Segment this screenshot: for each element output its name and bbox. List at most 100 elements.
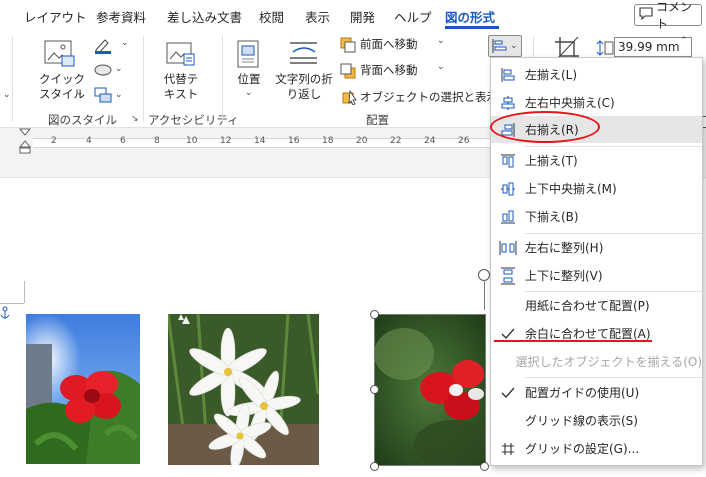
wrap-text-icon — [289, 40, 319, 69]
ruler-number: 16 — [288, 136, 300, 146]
hibiscus-image[interactable] — [26, 314, 140, 464]
group-divider — [222, 36, 223, 122]
menu-item-distribute-horizontal[interactable]: 左右に整列(H) — [491, 234, 702, 261]
rotate-handle-line — [484, 280, 485, 310]
chevron-down-icon[interactable]: ⌄ — [437, 36, 445, 46]
align-middle-icon — [491, 181, 525, 197]
ruler-number: 18 — [322, 136, 334, 146]
bring-forward-icon — [340, 37, 356, 56]
checkmark-icon — [491, 328, 525, 340]
tab-help[interactable]: ヘルプ — [394, 7, 432, 26]
resize-handle[interactable] — [480, 462, 489, 471]
ruler-number: 2 — [51, 136, 57, 146]
chevron-down-icon[interactable]: ⌄ — [121, 38, 129, 48]
ruler-number: 6 — [120, 136, 126, 146]
alt-text-button[interactable]: 代替テ キスト — [156, 72, 206, 102]
comment-icon — [639, 7, 653, 23]
dialog-launcher-icon[interactable]: ↘ — [131, 114, 139, 124]
wrap-text-button[interactable]: 文字列の折 り返し — [271, 72, 337, 102]
height-value: 39.99 mm — [618, 40, 680, 54]
selection-pane-button[interactable]: オブジェクトの選択と表示 — [360, 90, 498, 105]
picture-effects-icon[interactable] — [93, 62, 113, 81]
menu-item-align-top[interactable]: 上揃え(T) — [491, 147, 702, 174]
resize-handle[interactable] — [370, 462, 379, 471]
comment-label: コメント — [656, 0, 693, 31]
menu-item-label: 上下に整列(V) — [525, 269, 603, 283]
group-divider — [143, 36, 144, 122]
send-backward-button[interactable]: 背面へ移動 — [360, 63, 418, 78]
menu-item-label: 左右中央揃え(C) — [525, 96, 615, 110]
tab-references[interactable]: 参考資料 — [96, 7, 146, 26]
chevron-down-icon: ⌄ — [76, 88, 84, 98]
align-bottom-icon — [491, 209, 525, 225]
menu-item-label: グリッド線の表示(S) — [525, 414, 638, 428]
ruler-number: 4 — [86, 136, 92, 146]
chevron-down-icon: ⌄ — [510, 41, 518, 51]
tab-review[interactable]: 校閲 — [259, 7, 284, 26]
anchor-icon — [0, 306, 10, 323]
menu-separator — [525, 377, 702, 378]
ruler-number: 14 — [254, 136, 266, 146]
highlight-underline — [494, 340, 652, 342]
ruler-number: 26 — [458, 136, 470, 146]
chevron-down-icon: ⌄ — [245, 88, 253, 98]
menu-item-distribute-vertical[interactable]: 上下に整列(V) — [491, 262, 702, 289]
menu-item-align-left[interactable]: 左揃え(L) — [491, 61, 702, 88]
menu-item-align-selected-objects: 選択したオブジェクトを揃える(O) — [491, 348, 702, 375]
menu-item-grid-settings[interactable]: グリッドの設定(G)... — [491, 435, 702, 462]
menu-item-label: グリッドの設定(G)... — [525, 442, 640, 456]
menu-item-show-gridlines[interactable]: グリッド線の表示(S) — [491, 407, 702, 434]
picture-border-icon[interactable] — [93, 36, 113, 57]
ruler-number: 12 — [220, 136, 232, 146]
alt-text-icon — [166, 40, 196, 71]
grid-settings-icon — [491, 442, 525, 456]
tab-developer[interactable]: 開発 — [350, 7, 375, 26]
menu-bar: レイアウト 参考資料 差し込み文書 校閲 表示 開発 ヘルプ 図の形式 コメント — [0, 0, 706, 31]
group-divider — [12, 36, 13, 122]
distribute-vertical-icon — [491, 267, 525, 285]
menu-item-label: 選択したオブジェクトを揃える(O) — [515, 355, 702, 369]
tab-picture-format[interactable]: 図の形式 — [445, 7, 495, 26]
group-label-accessibility: アクセシビリティ — [148, 113, 239, 127]
menu-item-align-bottom[interactable]: 下揃え(B) — [491, 203, 702, 230]
menu-item-label: 下揃え(B) — [525, 210, 579, 224]
menu-item-label: 上揃え(T) — [525, 154, 578, 168]
menu-item-label: 配置ガイドの使用(U) — [525, 386, 640, 400]
tab-layout[interactable]: レイアウト — [24, 7, 87, 26]
resize-handle[interactable] — [370, 310, 379, 319]
menu-item-use-alignment-guides[interactable]: 配置ガイドの使用(U) — [491, 379, 702, 406]
menu-item-align-middle[interactable]: 上下中央揃え(M) — [491, 175, 702, 202]
align-top-icon — [491, 153, 525, 169]
chevron-down-icon[interactable]: ⌄ — [3, 90, 11, 100]
white-lily-image[interactable] — [168, 314, 319, 465]
distribute-horizontal-icon — [491, 240, 525, 256]
align-button[interactable]: ⌄ — [488, 35, 522, 57]
position-icon — [237, 40, 261, 71]
highlight-circle — [490, 111, 600, 143]
group-label-picture-styles: 図のスタイル — [48, 113, 117, 127]
comment-button[interactable]: コメント — [634, 0, 702, 31]
tab-mailings[interactable]: 差し込み文書 — [167, 7, 242, 26]
ruler-number: 10 — [186, 136, 198, 146]
menu-item-label: 上下中央揃え(M) — [525, 182, 617, 196]
menu-item-align-to-margin[interactable]: 余白に合わせて配置(A) — [491, 320, 702, 347]
chevron-down-icon[interactable]: ⌄ — [115, 64, 123, 74]
tab-view[interactable]: 表示 — [305, 7, 330, 26]
resize-handle[interactable] — [370, 385, 379, 394]
ruler-number: 22 — [390, 136, 402, 146]
bring-forward-button[interactable]: 前面へ移動 — [360, 37, 418, 52]
chevron-down-icon[interactable]: ⌄ — [437, 62, 445, 72]
align-left-icon — [491, 67, 525, 83]
selection-pane-icon — [342, 89, 358, 108]
align-left-icon — [492, 39, 507, 53]
spinner-up-icon[interactable]: ⌃ — [680, 36, 688, 46]
quick-style-icon — [44, 40, 76, 71]
chevron-down-icon[interactable]: ⌄ — [115, 90, 123, 100]
group-label-arrange: 配置 — [366, 113, 389, 127]
menu-item-align-to-page[interactable]: 用紙に合わせて配置(P) — [491, 292, 702, 319]
position-button[interactable]: 位置 — [228, 72, 270, 87]
selection-frame — [374, 314, 486, 466]
menu-item-label: 左右に整列(H) — [525, 241, 604, 255]
picture-layout-icon[interactable] — [93, 86, 113, 107]
indent-marker-icon[interactable] — [18, 128, 32, 156]
